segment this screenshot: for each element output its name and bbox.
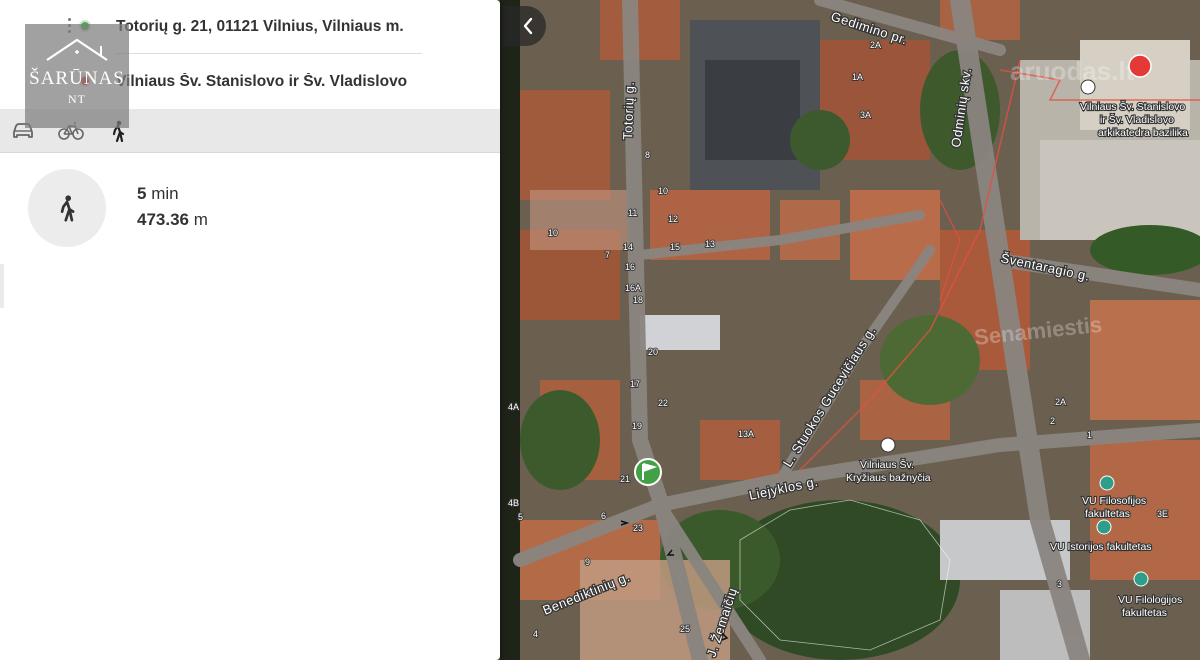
duration-value: 5: [137, 184, 147, 203]
svg-text:fakultetas: fakultetas: [1085, 508, 1130, 520]
svg-text:25: 25: [680, 624, 690, 634]
origin-marker-icon[interactable]: [1128, 54, 1152, 78]
destination-flag-icon[interactable]: [634, 458, 662, 486]
svg-text:3A: 3A: [860, 110, 871, 120]
svg-text:10: 10: [658, 186, 668, 196]
route-destination-text: Vilniaus Šv. Stanislovo ir Šv. Vladislov…: [116, 73, 408, 90]
svg-text:8: 8: [645, 150, 650, 160]
chevron-left-icon: [523, 17, 533, 35]
brand-logo[interactable]: ŠARŪNAS NT: [25, 24, 129, 128]
svg-text:5: 5: [518, 512, 523, 522]
logo-subtitle: NT: [68, 92, 86, 106]
svg-text:6: 6: [601, 511, 606, 521]
route-origin-field[interactable]: Totorių g. 21, 01121 Vilnius, Vilniaus m…: [116, 0, 422, 54]
distance-unit: m: [193, 210, 208, 229]
svg-text:4: 4: [533, 629, 538, 639]
svg-text:4B: 4B: [508, 498, 519, 508]
svg-text:VU Filosofijos: VU Filosofijos: [1082, 495, 1146, 507]
svg-text:16: 16: [625, 262, 635, 272]
svg-text:12: 12: [668, 214, 678, 224]
route-origin-text: Totorių g. 21, 01121 Vilnius, Vilniaus m…: [116, 17, 404, 35]
distance-value: 473.36: [137, 210, 189, 229]
svg-text:18: 18: [633, 295, 643, 305]
svg-text:20: 20: [648, 347, 658, 357]
divider: [0, 264, 4, 308]
route-destination-field[interactable]: Vilniaus Šv. Stanislovo ir Šv. Vladislov…: [116, 55, 422, 109]
svg-text:1A: 1A: [852, 72, 863, 82]
svg-text:2: 2: [1050, 416, 1055, 426]
svg-text:22: 22: [658, 398, 668, 408]
svg-text:2A: 2A: [870, 40, 881, 50]
svg-text:fakultetas: fakultetas: [1122, 607, 1167, 619]
svg-text:4A: 4A: [508, 402, 519, 412]
walking-icon: [60, 195, 75, 222]
svg-text:10: 10: [548, 228, 558, 238]
svg-text:16A: 16A: [625, 283, 641, 293]
svg-text:3: 3: [1057, 579, 1062, 589]
svg-text:VU Filologijos: VU Filologijos: [1118, 594, 1182, 606]
svg-text:7: 7: [605, 250, 610, 260]
svg-text:VU Istorijos fakultetas: VU Istorijos fakultetas: [1050, 541, 1152, 553]
logo-name: ŠARŪNAS: [29, 68, 125, 89]
svg-text:17: 17: [630, 379, 640, 389]
walk-mode-badge: [28, 169, 106, 247]
svg-text:15: 15: [670, 242, 680, 252]
svg-text:21: 21: [620, 474, 630, 484]
svg-text:14: 14: [623, 242, 633, 252]
route-distance: 473.36 m: [137, 210, 208, 230]
svg-text:11: 11: [628, 208, 637, 218]
svg-text:Vilniaus Šv. Stanislovo: Vilniaus Šv. Stanislovo: [1080, 100, 1185, 113]
svg-text:19: 19: [632, 421, 642, 431]
svg-text:3E: 3E: [1157, 509, 1168, 519]
svg-text:13: 13: [705, 239, 715, 249]
route-duration: 5 min: [137, 184, 179, 204]
svg-text:2A: 2A: [1055, 397, 1066, 407]
svg-text:arkikatedra bazilika: arkikatedra bazilika: [1098, 127, 1188, 139]
svg-text:Vilniaus Šv.: Vilniaus Šv.: [860, 458, 914, 471]
duration-unit: min: [151, 184, 179, 203]
svg-text:ir Šv. Vladislovo: ir Šv. Vladislovo: [1100, 113, 1174, 126]
svg-text:1: 1: [1087, 430, 1092, 440]
watermark-aruodas: aruodas.lt: [1010, 56, 1135, 86]
svg-text:23: 23: [633, 523, 643, 533]
route-summary[interactable]: 5 min 473.36 m: [0, 154, 500, 264]
svg-text:9: 9: [585, 557, 590, 567]
svg-text:13A: 13A: [738, 429, 754, 439]
street-label-totoriu: Totorių g.: [620, 81, 637, 140]
house-roof-icon: [46, 38, 108, 61]
svg-text:Kryžiaus bažnyčia: Kryžiaus bažnyčia: [846, 472, 931, 484]
